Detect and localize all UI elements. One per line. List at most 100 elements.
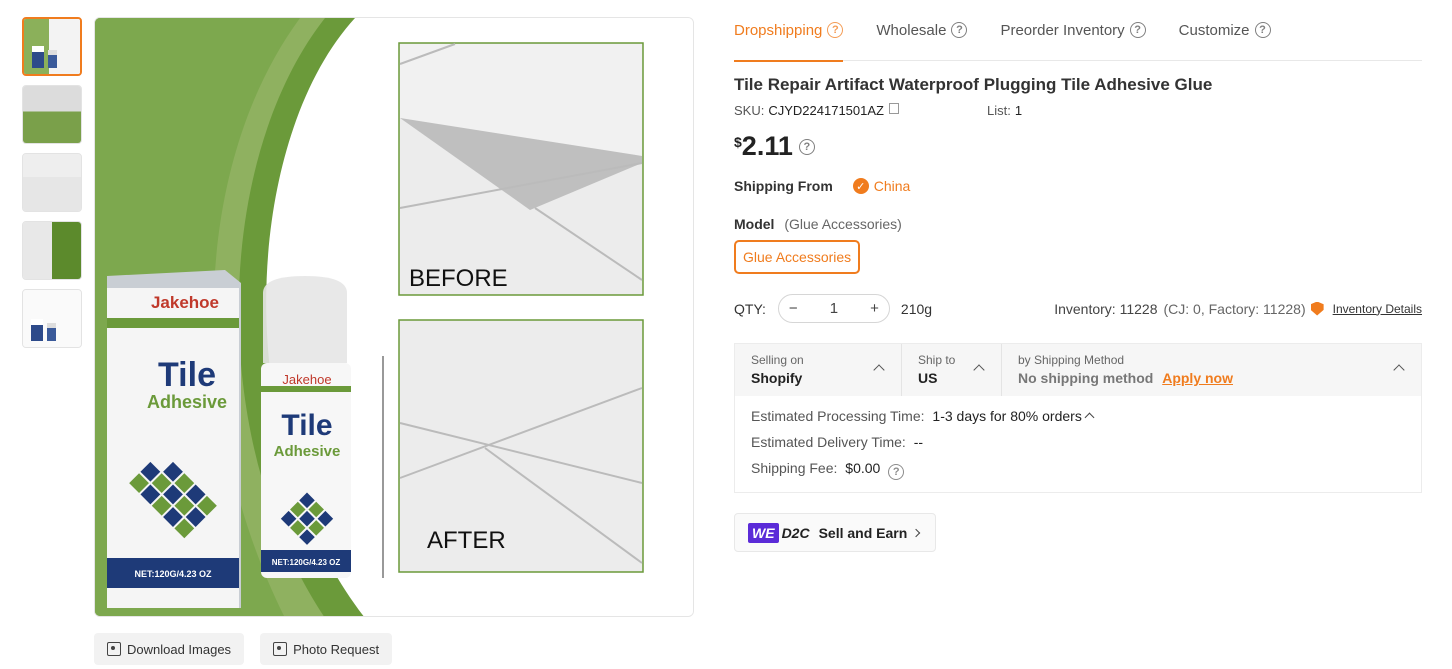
fee-help-icon[interactable]: ? [888,464,905,480]
thumbnail-5[interactable] [22,289,82,348]
photo-request-label: Photo Request [293,641,380,657]
shipping-fee-label: Shipping Fee: [751,460,838,476]
price-help-icon[interactable]: ? [798,139,815,155]
product-page: Jakehoe Tile Adhesive NET:120G/4.23 OZ J… [0,0,1452,669]
model-label: Model [734,216,775,232]
thumbnail-4[interactable] [22,221,82,280]
help-icon[interactable]: ? [827,22,844,38]
shipping-method-select[interactable]: by Shipping Method No shipping method Ap… [1002,344,1421,396]
sku-value: CJYD224171501AZ [768,103,884,118]
qty-label: QTY: [734,300,766,317]
selling-on-select[interactable]: Selling on Shopify [735,344,902,396]
shipping-method-label: by Shipping Method [1018,353,1125,367]
product-info-panel: Dropshipping ? Wholesale ? Preorder Inve… [734,0,1422,552]
thumbnail-list [22,17,82,357]
processing-time-label: Estimated Processing Time: [751,408,925,424]
list-value: 1 [1014,103,1023,118]
model-option-glue-accessories[interactable]: Glue Accessories [734,240,861,274]
product-box: Jakehoe Tile Adhesive NET:120G/4.23 OZ [107,270,241,608]
box-net-weight: NET:120G/4.23 OZ [134,569,212,579]
download-images-label: Download Images [127,641,232,657]
shipping-fee-row: Shipping Fee: $0.00 ? [751,460,1405,480]
can-product-word1: Tile [281,409,332,442]
tab-customize-label: Customize [1178,21,1250,39]
shipping-from-country[interactable]: China [874,178,911,194]
help-icon[interactable]: ? [1129,22,1146,38]
quantity-value[interactable]: 1 [830,300,838,317]
price-currency: $ [734,134,742,150]
model-selected-hint: (Glue Accessories) [784,216,902,232]
quantity-stepper[interactable]: − 1 + [777,294,890,323]
help-icon[interactable]: ? [1254,22,1271,38]
inventory-count: Inventory: 11228 [1054,300,1158,317]
thumbnail-2[interactable] [22,85,82,144]
box-brand: Jakehoe [151,293,219,312]
tab-dropshipping[interactable]: Dropshipping ? [734,0,844,62]
increment-button[interactable]: + [870,300,879,317]
price-amount: 2.11 [741,131,793,161]
we-badge: WE [748,522,779,543]
image-download-icon [107,642,121,656]
inventory-breakdown: (CJ: 0, Factory: 11228) [1163,300,1306,317]
processing-time-value: 1-3 days for 80% orders [932,408,1082,424]
shipping-from-row: Shipping From ✓ China [734,178,1422,194]
photo-request-icon [273,642,288,656]
selling-on-value: Shopify [751,370,803,386]
shipping-fee-value: $0.00 [845,460,881,476]
shipping-options-header: Selling on Shopify Ship to US by Shippin… [735,344,1421,396]
ship-to-label: Ship to [918,353,956,367]
tab-wholesale-label: Wholesale [876,21,947,39]
main-product-image[interactable]: Jakehoe Tile Adhesive NET:120G/4.23 OZ J… [94,17,694,617]
delivery-time-label: Estimated Delivery Time: [751,434,906,450]
box-product-word2: Adhesive [147,392,227,412]
can-net-weight: NET:120G/4.23 OZ [272,558,341,567]
download-images-button[interactable]: Download Images [94,633,245,665]
product-can: Jakehoe Tile Adhesive NET:120G/4.23 OZ [261,276,351,578]
list-label: List: [986,103,1011,118]
image-actions: Download Images Photo Request [94,633,393,665]
ship-to-select[interactable]: Ship to US [902,344,1002,396]
d2c-sell-and-earn-button[interactable]: WE D2C Sell and Earn [734,513,937,552]
apply-now-link[interactable]: Apply now [1162,370,1233,386]
box-product-word1: Tile [158,356,216,394]
model-row: Model (Glue Accessories) [734,216,1422,232]
before-panel: BEFORE [398,42,644,296]
chevron-right-icon [912,528,921,537]
price-row: $ 2.11 ? [734,130,1422,162]
tab-preorder-label: Preorder Inventory [1000,21,1125,39]
shipping-method-value: No shipping method [1018,370,1154,386]
d2c-brand: D2C [781,524,810,541]
tab-customize[interactable]: Customize ? [1179,0,1271,61]
check-icon: ✓ [852,178,869,194]
delivery-time-row: Estimated Delivery Time: -- [751,434,1405,450]
after-label: AFTER [427,527,506,554]
thumbnail-1[interactable] [22,17,82,76]
help-icon[interactable]: ? [951,22,968,38]
tab-preorder-inventory[interactable]: Preorder Inventory ? [1000,0,1146,61]
shipping-box: Selling on Shopify Ship to US by Shippin… [734,343,1422,493]
tab-dropshipping-label: Dropshipping [734,21,823,39]
chevron-up-icon[interactable] [1084,412,1095,423]
product-illustration: Jakehoe Tile Adhesive NET:120G/4.23 OZ J… [95,18,693,616]
purchase-mode-tabs: Dropshipping ? Wholesale ? Preorder Inve… [734,0,1422,62]
tab-wholesale[interactable]: Wholesale ? [876,0,968,61]
can-brand: Jakehoe [282,372,331,387]
selling-on-label: Selling on [751,353,804,367]
after-panel: AFTER [398,319,644,573]
quantity-row: QTY: − 1 + 210g Inventory: 11228 (CJ: 0,… [734,294,1422,323]
shipping-from-label: Shipping From [734,178,833,194]
thumbnail-3[interactable] [22,153,82,212]
decrement-button[interactable]: − [789,300,798,317]
inventory-details-link[interactable]: Inventory Details [1333,302,1422,316]
product-title: Tile Repair Artifact Waterproof Plugging… [734,75,1213,94]
shield-icon [1310,301,1324,316]
processing-time-row: Estimated Processing Time: 1-3 days for … [751,408,1405,424]
delivery-time-value: -- [913,434,924,450]
sell-and-earn-label: Sell and Earn [818,524,908,541]
sku-label: SKU: [734,103,765,118]
sku-row: SKU: CJYD224171501AZ List: 1 [734,103,1422,118]
photo-request-button[interactable]: Photo Request [260,633,393,665]
weight-value: 210g [900,300,933,317]
copy-icon[interactable] [888,103,899,114]
shipping-estimates: Estimated Processing Time: 1-3 days for … [735,396,1421,492]
